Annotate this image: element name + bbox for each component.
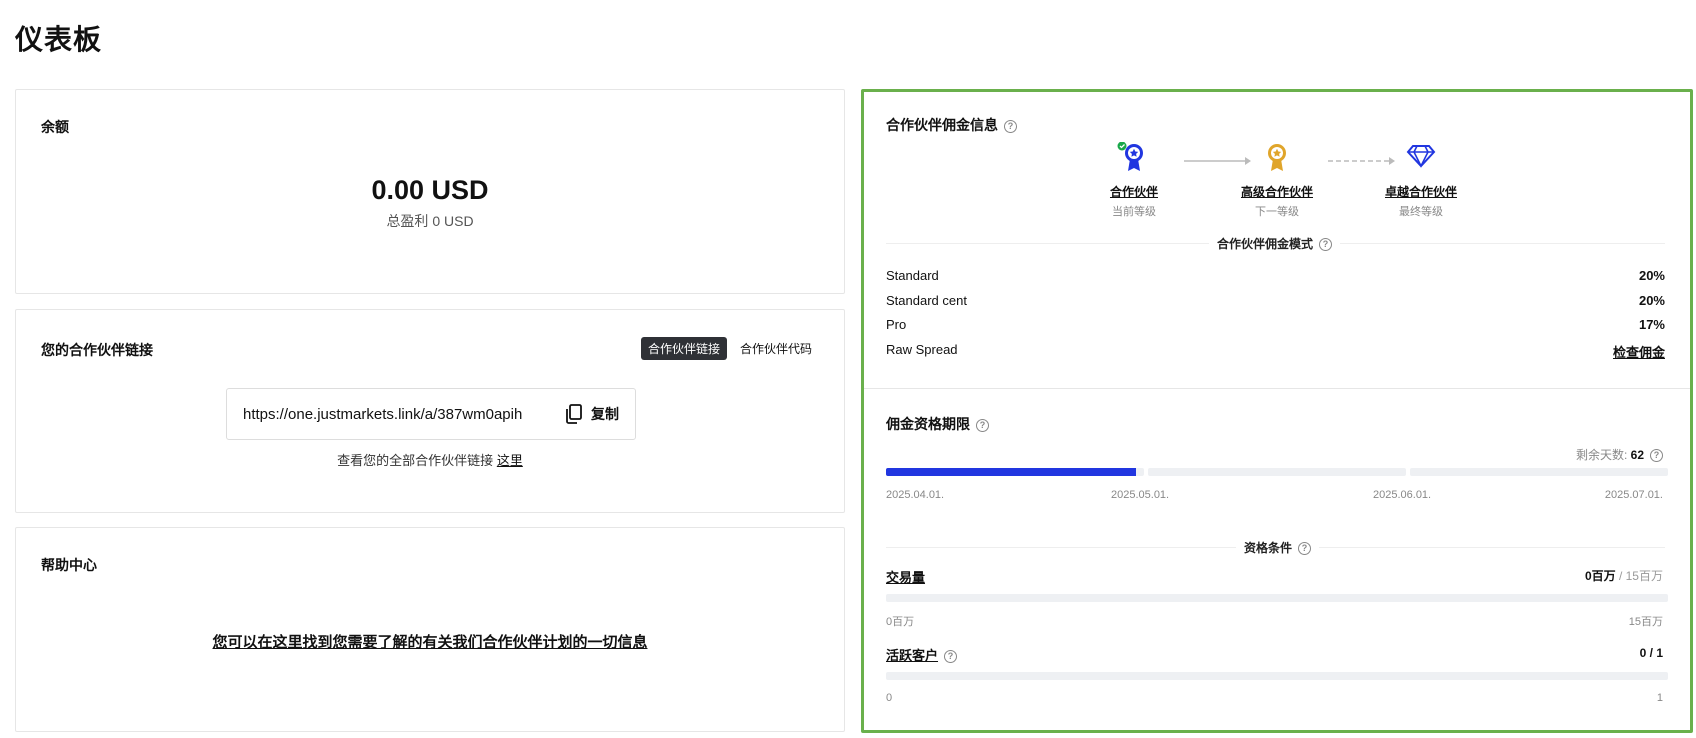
period-title-text: 佣金资格期限 — [886, 416, 970, 432]
panel-divider — [864, 388, 1690, 389]
all-links-text: 查看您的全部合作伙伴链接 — [337, 453, 494, 468]
period-segment — [1148, 468, 1406, 476]
all-links-here-link[interactable]: 这里 — [497, 453, 523, 468]
medal-icon — [1268, 144, 1286, 171]
partner-links-card: 您的合作伙伴链接 合作伙伴链接 合作伙伴代码 https://one.justm… — [15, 309, 845, 513]
tier-status: 下一等级 — [1255, 206, 1299, 218]
days-remaining-value: 62 — [1630, 448, 1644, 462]
rate-row: Pro 17% — [886, 317, 1665, 332]
commission-model-text: 合作伙伴佣金模式 — [1217, 237, 1314, 251]
clients-progress-bar — [886, 672, 1668, 680]
tier-name[interactable]: 合作伙伴 — [1094, 183, 1174, 200]
help-circle-icon[interactable]: ? — [976, 418, 989, 432]
clients-min: 0 — [886, 692, 893, 704]
rate-value: 20% — [1638, 268, 1665, 283]
link-type-toggle: 合作伙伴链接 合作伙伴代码 — [640, 337, 819, 360]
period-date: 2025.05.01. — [1111, 489, 1170, 501]
help-center-title: 帮助中心 — [41, 557, 97, 573]
all-links-note: 查看您的全部合作伙伴链接 这里 — [16, 450, 844, 469]
tier-partner: 合作伙伴 当前等级 — [1094, 141, 1174, 219]
help-circle-icon[interactable]: ? — [944, 650, 958, 664]
volume-min: 0百万 — [886, 616, 915, 628]
volume-current: 0百万 — [1584, 569, 1616, 583]
help-center-link[interactable]: 您可以在这里找到您需要了解的有关我们合作伙伴计划的一切信息 — [16, 631, 844, 652]
period-date: 2025.04.01. — [886, 489, 945, 501]
help-circle-icon[interactable]: ? — [1650, 449, 1663, 463]
rate-row: Standard cent 20% — [886, 293, 1665, 308]
tier-elite-partner: 卓越合作伙伴 最终等级 — [1381, 142, 1461, 219]
page-title: 仪表板 — [15, 24, 103, 55]
tier-status: 当前等级 — [1112, 206, 1156, 218]
volume-value: 0百万 / 15百万 — [1585, 567, 1663, 584]
period-title: 佣金资格期限? — [886, 414, 989, 434]
medal-icon — [1117, 141, 1143, 171]
rate-name: Standard cent — [886, 293, 967, 308]
volume-max: / 15百万 — [1618, 569, 1663, 583]
volume-max-label: 15百万 — [1628, 616, 1663, 628]
total-profit: 总盈利 0 USD — [386, 213, 474, 229]
rate-name: Pro — [886, 317, 907, 332]
rate-name: Raw Spread — [886, 342, 958, 357]
commission-model-label: 合作伙伴佣金模式? — [1209, 235, 1341, 252]
tier-senior-partner: 高级合作伙伴 下一等级 — [1237, 142, 1317, 219]
partner-link-field[interactable]: https://one.justmarkets.link/a/387wm0api… — [226, 388, 636, 440]
copy-icon — [566, 404, 582, 424]
rate-value: 20% — [1638, 293, 1665, 308]
partner-link-url[interactable]: https://one.justmarkets.link/a/387wm0api… — [243, 406, 565, 423]
rate-name: Standard — [886, 268, 939, 283]
copy-button[interactable]: 复制 — [565, 404, 619, 424]
check-commission-link[interactable]: 检查佣金 — [1613, 342, 1665, 361]
balance-title: 余额 — [41, 119, 69, 135]
period-segment — [1410, 468, 1668, 476]
volume-progress-bar — [886, 594, 1668, 602]
commission-info-label: 合作伙伴佣金信息 — [886, 117, 998, 133]
days-remaining: 剩余天数: 62? — [1576, 446, 1663, 463]
partner-commission-panel: 合作伙伴佣金信息? 合作伙伴 当前等级 高级合作伙伴 下一等级 卓越合作伙伴 最… — [861, 89, 1693, 733]
partner-links-title: 您的合作伙伴链接 — [41, 342, 153, 358]
days-remaining-label: 剩余天数: — [1575, 448, 1628, 462]
period-date: 2025.07.01. — [1604, 489, 1663, 501]
rate-row: Standard 20% — [886, 268, 1665, 283]
active-clients-title: 活跃客户? — [886, 645, 958, 664]
conditions-label: 资格条件? — [1236, 539, 1320, 556]
clients-max: 1 — [1656, 692, 1663, 704]
balance-amount: 0.00 USD — [371, 175, 489, 205]
help-circle-icon[interactable]: ? — [1319, 238, 1333, 252]
commission-info-title: 合作伙伴佣金信息? — [886, 115, 1017, 135]
conditions-label-text: 资格条件 — [1244, 541, 1293, 555]
tier-name[interactable]: 卓越合作伙伴 — [1381, 183, 1461, 200]
copy-label: 复制 — [591, 406, 619, 422]
active-clients-value: 0 / 1 — [1639, 646, 1663, 660]
volume-title[interactable]: 交易量 — [886, 567, 925, 586]
period-segment-fill — [886, 468, 1137, 476]
tier-status: 最终等级 — [1399, 206, 1443, 218]
help-circle-icon[interactable]: ? — [1298, 542, 1312, 556]
diamond-icon — [1406, 145, 1436, 168]
help-circle-icon[interactable]: ? — [1004, 119, 1017, 133]
tier-progression: 合作伙伴 当前等级 高级合作伙伴 下一等级 卓越合作伙伴 最终等级 — [1094, 141, 1457, 218]
tab-partner-link[interactable]: 合作伙伴链接 — [640, 337, 727, 360]
help-center-card: 帮助中心 您可以在这里找到您需要了解的有关我们合作伙伴计划的一切信息 — [15, 527, 845, 732]
rate-row: Raw Spread 检查佣金 — [886, 342, 1665, 361]
balance-card: 余额 0.00 USD 总盈利 0 USD — [15, 89, 845, 294]
tier-name[interactable]: 高级合作伙伴 — [1237, 183, 1317, 200]
active-clients-link[interactable]: 活跃客户 — [886, 648, 938, 663]
tab-partner-code[interactable]: 合作伙伴代码 — [733, 337, 819, 360]
period-date: 2025.06.01. — [1373, 489, 1432, 501]
rate-value: 17% — [1638, 317, 1665, 332]
